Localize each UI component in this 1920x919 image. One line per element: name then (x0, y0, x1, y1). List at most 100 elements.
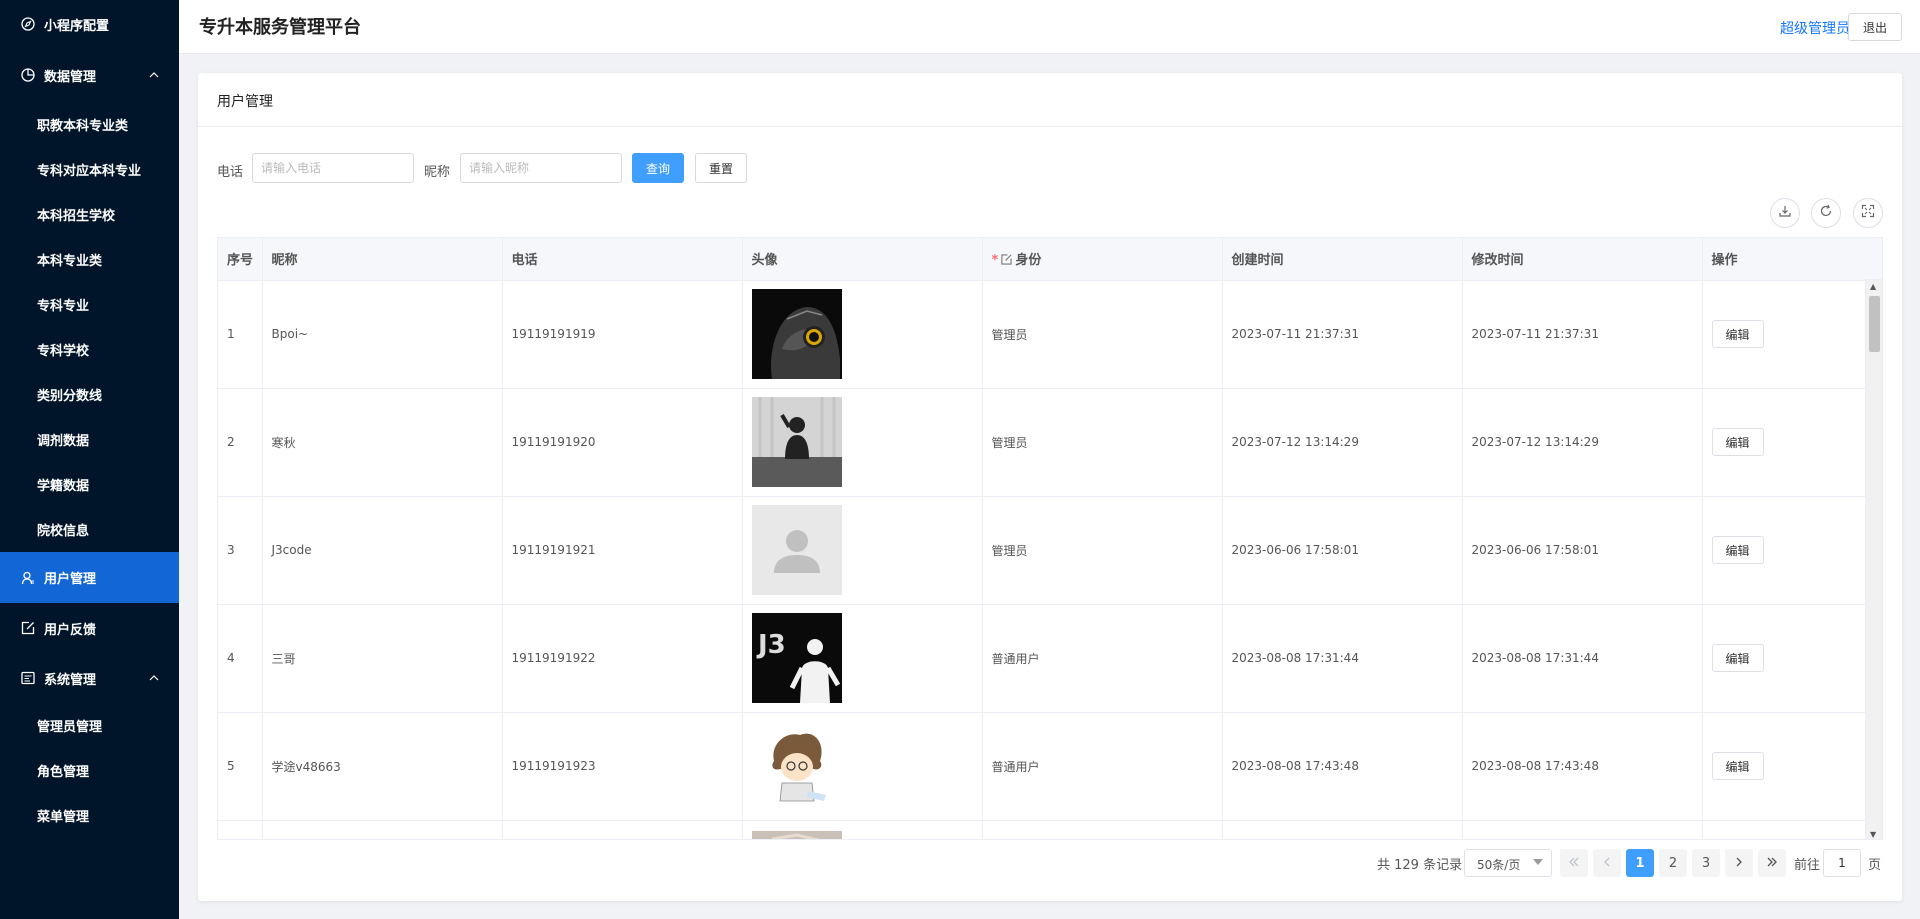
column-header-modified: 修改时间 (1462, 238, 1703, 281)
cell-index: 5 (218, 712, 263, 821)
page-button-3[interactable]: 3 (1692, 849, 1720, 877)
table-row: 1 Bpoi~ 19119191919 管理员 2023-07-11 21:37… (218, 280, 1866, 389)
table-scrollbar[interactable]: ▲ ▼ (1865, 280, 1882, 839)
scroll-thumb[interactable] (1869, 296, 1880, 352)
sidebar-item-label: 本科专业类 (37, 254, 103, 269)
double-chevron-left-icon (1568, 856, 1580, 871)
last-page-button[interactable] (1758, 849, 1786, 877)
cell-role: 普通用户 (982, 712, 1223, 821)
first-page-button[interactable] (1560, 849, 1588, 877)
sidebar-item-system-management[interactable]: 系统管理 (0, 653, 179, 703)
cell-nickname: 学途v48663 (262, 712, 503, 821)
cell-action: 编辑 (1702, 604, 1866, 713)
sidebar-item-user-management[interactable]: 用户管理 (0, 552, 179, 603)
current-user-link[interactable]: 超级管理员 (1780, 18, 1850, 38)
edit-button[interactable]: 编辑 (1711, 428, 1764, 456)
cell-created: 2023-07-11 21:37:31 (1222, 280, 1463, 389)
table-row: 4 三哥 19119191922 J3 普通用户 2023-08-08 17:3… (218, 604, 1866, 713)
nickname-input[interactable] (460, 153, 622, 183)
sidebar-item-undergrad-schools[interactable]: 本科招生学校 (0, 192, 179, 237)
cell-created: 2023-07-12 13:14:29 (1222, 388, 1463, 497)
cell-phone: 19119191922 (502, 604, 743, 713)
cell-nickname: J3code (262, 496, 503, 605)
sidebar-item-category-score-line[interactable]: 类别分数线 (0, 372, 179, 417)
default-avatar-icon[interactable] (751, 505, 842, 595)
avatar-image[interactable] (751, 397, 842, 487)
sidebar-item-college-to-undergrad-major[interactable]: 专科对应本科专业 (0, 147, 179, 192)
cell-phone: 19119191920 (502, 388, 743, 497)
chevron-up-icon (149, 673, 159, 683)
edit-button[interactable]: 编辑 (1711, 536, 1764, 564)
cell-action: 编辑 (1702, 496, 1866, 605)
sidebar-item-label: 菜单管理 (37, 810, 90, 825)
page-button-1[interactable]: 1 (1626, 849, 1654, 877)
avatar-image[interactable] (751, 289, 842, 379)
fullscreen-button[interactable] (1853, 198, 1883, 228)
sidebar-item-label: 职教本科专业类 (37, 119, 129, 134)
cell-avatar (742, 820, 983, 841)
table-row: 3 J3code 19119191921 管理员 2023-06-06 17:5… (218, 496, 1866, 605)
scroll-up-icon[interactable]: ▲ (1870, 282, 1876, 291)
table-row: 5 学途v48663 19119191923 普通用户 2023-08-08 1… (218, 712, 1866, 821)
cell-index: 3 (218, 496, 263, 605)
prev-page-button[interactable] (1593, 849, 1621, 877)
sidebar-item-label: 小程序配置 (44, 18, 110, 34)
sidebar-item-label: 专科对应本科专业 (37, 164, 142, 179)
phone-input[interactable] (252, 153, 414, 183)
sidebar-item-menu-management[interactable]: 菜单管理 (0, 793, 179, 838)
user-table: 序号 昵称 电话 头像 * 身份 创建时间 修改时间 操作 1 Bpoi~ 191… (217, 237, 1883, 840)
page-size-select[interactable]: 50条/页 (1464, 849, 1552, 877)
sidebar-item-school-info[interactable]: 院校信息 (0, 507, 179, 552)
table-header-row: 序号 昵称 电话 头像 * 身份 创建时间 修改时间 操作 (218, 238, 1866, 281)
sidebar-item-admin-management[interactable]: 管理员管理 (0, 703, 179, 748)
fullscreen-icon (1861, 204, 1875, 222)
user-management-card: 用户管理 电话 昵称 查询 重置 序号 昵称 电话 (198, 73, 1902, 901)
chevron-up-icon (149, 70, 159, 80)
sidebar-item-undergrad-major-class[interactable]: 本科专业类 (0, 237, 179, 282)
sidebar-item-miniprogram-config[interactable]: 小程序配置 (0, 0, 179, 48)
cell-modified: 2023-06-06 17:58:01 (1462, 496, 1703, 605)
download-button[interactable] (1770, 198, 1800, 228)
page-scrollbar[interactable] (1904, 54, 1920, 919)
page-button-2[interactable]: 2 (1659, 849, 1687, 877)
divider (198, 126, 1902, 127)
edit-button[interactable]: 编辑 (1711, 752, 1764, 780)
sidebar-item-adjustment-data[interactable]: 调剂数据 (0, 417, 179, 462)
cell-avatar (742, 712, 983, 821)
sidebar-item-role-management[interactable]: 角色管理 (0, 748, 179, 793)
avatar-image[interactable] (751, 830, 842, 841)
column-header-created: 创建时间 (1222, 238, 1463, 281)
sidebar-item-college-major[interactable]: 专科专业 (0, 282, 179, 327)
top-header: 专升本服务管理平台 超级管理员 退出 (179, 0, 1920, 54)
sidebar-item-label: 类别分数线 (37, 389, 103, 404)
sidebar-item-label: 本科招生学校 (37, 209, 116, 224)
page-size-value: 50条/页 (1477, 858, 1521, 872)
sidebar-item-user-feedback[interactable]: 用户反馈 (0, 603, 179, 653)
pie-chart-icon (20, 67, 36, 83)
nickname-label: 昵称 (424, 165, 451, 180)
avatar-image[interactable] (751, 721, 842, 811)
edit-button[interactable]: 编辑 (1711, 644, 1764, 672)
sidebar-item-student-status-data[interactable]: 学籍数据 (0, 462, 179, 507)
edit-button[interactable]: 编辑 (1711, 320, 1764, 348)
avatar-image[interactable]: J3 (751, 613, 842, 703)
scroll-down-icon[interactable]: ▼ (1870, 830, 1876, 839)
cell-action: 编辑 (1702, 388, 1866, 497)
query-button[interactable]: 查询 (632, 153, 684, 183)
cell-modified: 2023-08-08 17:43:48 (1462, 712, 1703, 821)
edit-icon (1001, 253, 1015, 268)
reset-button[interactable]: 重置 (695, 153, 747, 183)
next-page-button[interactable] (1725, 849, 1753, 877)
cell-role: 管理员 (982, 280, 1223, 389)
sidebar-item-label: 角色管理 (37, 765, 90, 780)
sidebar-item-vocational-undergrad-major[interactable]: 职教本科专业类 (0, 102, 179, 147)
sidebar-item-label: 专科学校 (37, 344, 90, 359)
sidebar-item-college-school[interactable]: 专科学校 (0, 327, 179, 372)
sidebar-item-label: 系统管理 (44, 672, 97, 688)
app-title: 专升本服务管理平台 (199, 17, 361, 38)
logout-button[interactable]: 退出 (1848, 13, 1902, 41)
refresh-button[interactable] (1811, 198, 1841, 228)
sidebar-item-data-management[interactable]: 数据管理 (0, 48, 179, 102)
cell-avatar (742, 496, 983, 605)
goto-page-input[interactable] (1823, 849, 1861, 877)
